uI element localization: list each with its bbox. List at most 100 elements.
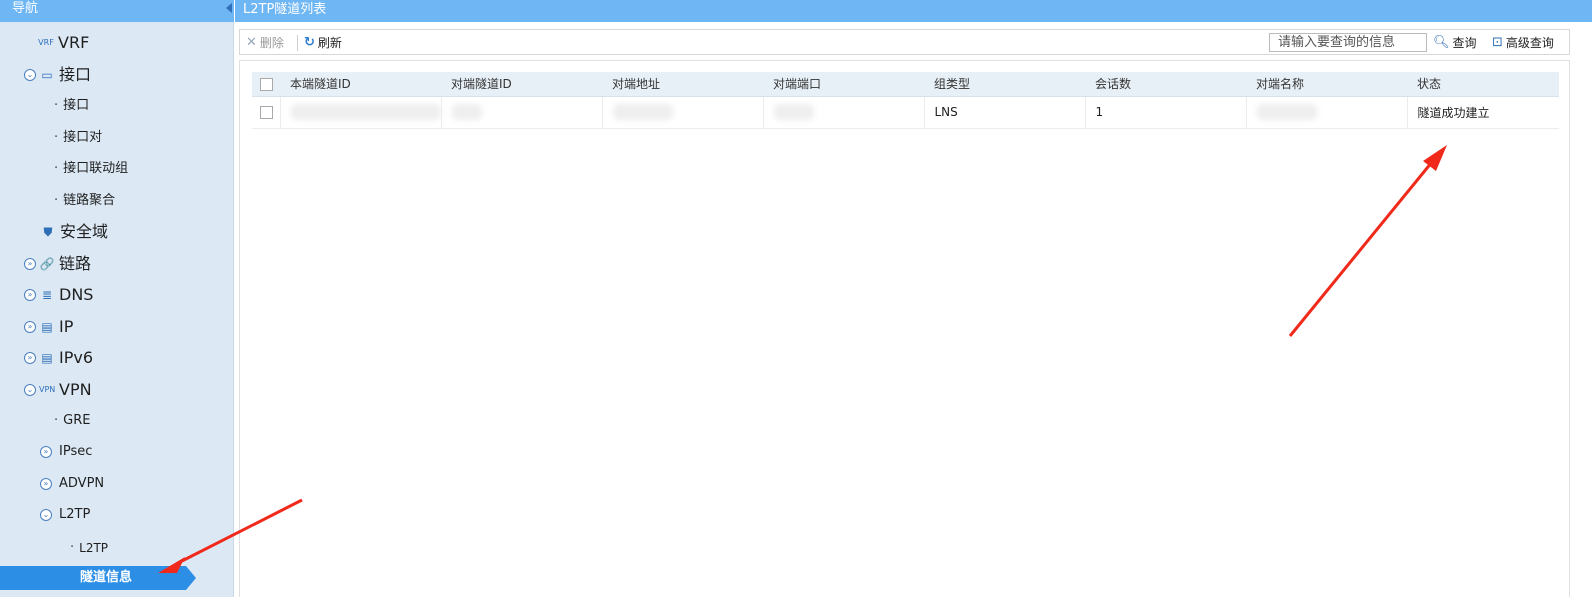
column-header[interactable]: 对端地址: [602, 72, 763, 97]
interface-icon: ▭: [41, 68, 53, 82]
query-label: 查询: [1452, 36, 1477, 50]
nav-title: 导航: [0, 0, 234, 22]
column-header[interactable]: 对端隧道ID: [441, 72, 602, 97]
select-all-checkbox[interactable]: [260, 77, 273, 91]
sidebar-item-gre[interactable]: · GRE: [54, 409, 90, 433]
sidebar-item-label: ADVPN: [59, 476, 105, 491]
sidebar-item-label: IPv6: [59, 348, 94, 367]
sessions-cell: 1: [1085, 96, 1247, 129]
advanced-query-button[interactable]: ⊡ 高级查询: [1492, 34, 1554, 52]
column-header[interactable]: 组类型: [924, 72, 1085, 97]
sidebar-item-vpn[interactable]: ⌄ VPN VPN: [24, 378, 92, 402]
expand-icon[interactable]: »: [24, 289, 36, 301]
sidebar-item-label: 接口: [63, 98, 90, 113]
refresh-icon: ↻: [304, 35, 315, 50]
sidebar-item-label: VRF: [58, 33, 90, 52]
link-icon: 🔗: [39, 257, 55, 271]
sidebar-item-interface-pair[interactable]: · 接口对: [54, 126, 102, 150]
sidebar-item-label: 链路: [59, 254, 92, 273]
column-header[interactable]: 会话数: [1085, 72, 1246, 97]
bullet-icon: ·: [54, 193, 59, 208]
expand-icon[interactable]: »: [24, 321, 36, 333]
delete-button[interactable]: ✕ 删除: [246, 34, 284, 52]
column-header[interactable]: 状态: [1407, 72, 1559, 97]
sidebar-item-advpn[interactable]: » ADVPN: [40, 472, 104, 496]
expand-icon[interactable]: ⌄: [24, 384, 36, 396]
sidebar-item-security-zone[interactable]: ⛊ 安全域: [40, 220, 108, 244]
bullet-icon: ·: [54, 98, 59, 113]
shield-icon: ⛊: [43, 225, 53, 239]
select-all-cell: [252, 72, 280, 97]
redacted-value: [1256, 104, 1317, 120]
expand-icon[interactable]: ⌄: [24, 69, 36, 81]
bullet-icon: ·: [70, 540, 75, 555]
advanced-search-icon: ⊡: [1492, 35, 1503, 50]
group-type-cell: LNS: [924, 96, 1086, 129]
sidebar-item-label: VPN: [59, 380, 92, 399]
sidebar-item-l2tp[interactable]: ⌄ L2TP: [40, 503, 90, 527]
query-button[interactable]: 🔍︎ 查询: [1433, 34, 1477, 52]
sidebar-item-label: 隧道信息: [80, 570, 133, 585]
expand-icon[interactable]: »: [40, 478, 52, 490]
expand-icon[interactable]: »: [24, 258, 36, 270]
column-header[interactable]: 本端隧道ID: [280, 72, 441, 97]
ip-icon: ▤: [41, 320, 53, 334]
delete-label: 删除: [259, 36, 284, 50]
expand-icon[interactable]: »: [40, 446, 52, 458]
navigation-sidebar: 导航 VRF VRF ⌄ ▭ 接口 · 接口 · 接口对 · 接口联动组 · 链…: [0, 0, 234, 597]
sidebar-item-label: 接口联动组: [63, 161, 129, 176]
sidebar-item-tunnel-info[interactable]: 隧道信息: [0, 566, 196, 590]
database-icon: ≣: [41, 288, 53, 302]
redacted-value: [451, 104, 482, 120]
sidebar-item-ip[interactable]: » ▤ IP: [24, 315, 73, 339]
column-header[interactable]: 对端名称: [1246, 72, 1407, 97]
vpn-icon: VPN: [39, 385, 56, 394]
sidebar-item-label: 接口对: [63, 130, 103, 145]
redacted-value: [773, 104, 814, 120]
sidebar-item-link[interactable]: » 🔗 链路: [24, 252, 91, 276]
sidebar-item-label: 接口: [59, 65, 92, 84]
ipv6-icon: ▤: [41, 351, 53, 365]
sidebar-item-label: DNS: [59, 285, 94, 304]
sidebar-item-interface-sub[interactable]: · 接口: [54, 94, 89, 118]
toolbar: ✕ 删除 ↻ 刷新 🔍︎ 查询 ⊡ 高级查询: [239, 29, 1570, 55]
sidebar-item-label: GRE: [63, 413, 91, 428]
sidebar-item-interface-linkage[interactable]: · 接口联动组: [54, 157, 128, 181]
sidebar-item-ipv6[interactable]: » ▤ IPv6: [24, 346, 93, 370]
page-title: L2TP隧道列表: [235, 0, 1592, 22]
sidebar-item-ipsec[interactable]: » IPsec: [40, 440, 92, 464]
sidebar-item-label: IPsec: [59, 444, 93, 459]
column-header[interactable]: 对端端口: [763, 72, 924, 97]
close-icon: ✕: [246, 35, 257, 50]
collapse-arrow-icon[interactable]: [226, 3, 232, 13]
content-panel: 本端隧道ID 对端隧道ID 对端地址 对端端口 组类型 会话数 对端名称 状态 …: [239, 60, 1570, 597]
redacted-cell: [763, 96, 925, 129]
table-row[interactable]: LNS 1 隧道成功建立: [252, 96, 1559, 129]
redacted-value: [290, 104, 441, 120]
redacted-cell: [602, 96, 764, 129]
sidebar-item-interface[interactable]: ⌄ ▭ 接口: [24, 63, 91, 87]
redacted-value: [612, 104, 673, 120]
sidebar-item-l2tp-sub[interactable]: · L2TP: [70, 536, 108, 560]
search-icon: 🔍︎: [1433, 35, 1450, 50]
bullet-icon: ·: [54, 130, 59, 145]
status-cell: 隧道成功建立: [1407, 96, 1559, 129]
sidebar-item-label: 链路聚合: [63, 193, 116, 208]
table-header-row: 本端隧道ID 对端隧道ID 对端地址 对端端口 组类型 会话数 对端名称 状态: [252, 72, 1559, 97]
refresh-button[interactable]: ↻ 刷新: [304, 34, 342, 52]
redacted-cell: [280, 96, 442, 129]
expand-icon[interactable]: ⌄: [40, 509, 52, 521]
sidebar-item-label: L2TP: [79, 541, 109, 555]
row-select-cell: [252, 96, 281, 129]
bullet-icon: ·: [54, 413, 59, 428]
sidebar-item-link-aggregation[interactable]: · 链路聚合: [54, 189, 115, 213]
expand-icon[interactable]: »: [24, 352, 36, 364]
toolbar-divider: [297, 35, 298, 51]
row-checkbox[interactable]: [260, 106, 273, 119]
search-input[interactable]: [1269, 33, 1427, 52]
vrf-icon: VRF: [38, 38, 54, 47]
sidebar-item-vrf[interactable]: VRF VRF: [38, 31, 89, 55]
sidebar-item-dns[interactable]: » ≣ DNS: [24, 283, 93, 307]
sidebar-item-label: 安全域: [60, 222, 109, 241]
sidebar-item-label: IP: [59, 317, 74, 336]
